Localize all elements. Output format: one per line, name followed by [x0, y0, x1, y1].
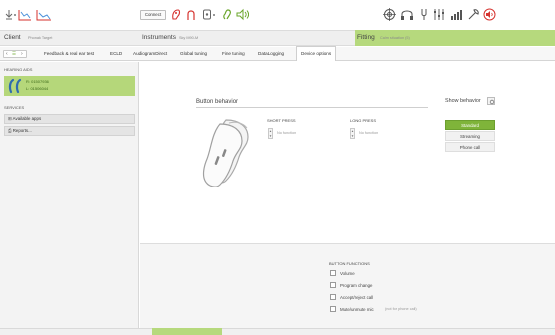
tab-audiogramdirect[interactable]: AudiogramDirect [133, 47, 167, 61]
hearing-aid-settings-icon[interactable] [202, 8, 212, 21]
hearing-aid-tile[interactable]: R: 01507936 L: 01506044 [4, 76, 135, 96]
short-press-value: No function [277, 131, 297, 135]
available-apps-item[interactable]: ⊞ Available apps [4, 114, 135, 124]
short-press-title: SHORT PRESS [267, 118, 296, 123]
button-behavior-title: Button behavior [196, 99, 239, 105]
target-icon[interactable] [383, 8, 396, 21]
show-behavior-streaming[interactable]: Streaming [445, 131, 495, 141]
mute-unmute-note: (not for phone call) [385, 307, 417, 311]
volume-label: Volume [340, 271, 355, 276]
button-functions-title: BUTTON FUNCTIONS [329, 261, 370, 266]
program-change-checkbox[interactable] [330, 282, 336, 288]
tab-datalogging[interactable]: DataLogging [258, 47, 284, 61]
long-press-value: No function [359, 131, 379, 135]
services-title: SERVICES [4, 105, 25, 110]
reports-label: Reports... [12, 128, 32, 133]
dropdown-dot-icon [212, 13, 216, 17]
tab-fine-tuning[interactable]: Fine tuning [222, 47, 245, 61]
speaker-green-icon[interactable] [236, 8, 249, 21]
show-behavior-phone-call[interactable]: Phone call [445, 142, 495, 152]
tab-bar: ‹ ☰ › Feedback & real ear test ECLD Audi… [0, 46, 555, 61]
bottom-tab-strip [0, 328, 555, 335]
tuning-fork-icon[interactable] [420, 8, 428, 21]
headset-icon[interactable] [400, 8, 414, 21]
instruments-title: Instruments [142, 34, 176, 41]
feedback-red-icon[interactable] [185, 8, 197, 21]
show-behavior-label: Show behavior [445, 98, 481, 104]
show-behavior-standard[interactable]: Standard [445, 120, 495, 130]
fitting-subtitle: Calm situation (5) [380, 36, 410, 40]
left-panel [0, 62, 139, 335]
reports-item[interactable]: ⎙ Reports... [4, 126, 135, 136]
tab-nav-control[interactable]: ‹ ☰ › [3, 50, 27, 58]
tab-nav-back[interactable]: ‹ [6, 51, 8, 57]
divider [196, 107, 428, 108]
hearing-aid-illustration [196, 117, 256, 188]
instruments-name: Sky M90-M [179, 36, 199, 40]
accept-reject-call-label: Accept/reject call [340, 295, 374, 300]
tab-feedback[interactable]: Feedback & real ear test [44, 47, 94, 61]
accept-reject-call-checkbox[interactable] [330, 294, 336, 300]
bottom-active-tab[interactable] [152, 328, 222, 335]
speaker-red-icon[interactable] [483, 8, 496, 21]
program-change-label: Program change [340, 283, 373, 288]
gain-icon[interactable] [450, 8, 464, 21]
hearing-aids-pair-icon [8, 78, 22, 94]
tab-device-options[interactable]: Device options [296, 46, 337, 61]
hearing-aid-left-serial: L: 01506044 [26, 86, 49, 91]
long-press-stepper[interactable]: ▲ ▼ [350, 128, 355, 139]
tab-ecld[interactable]: ECLD [110, 47, 122, 61]
connect-button[interactable]: Connect [140, 10, 166, 20]
top-toolbar: Connect [0, 0, 555, 30]
long-press-title: LONG PRESS [350, 118, 377, 123]
show-behavior-toggle[interactable] [487, 97, 495, 105]
ear-green-icon[interactable] [222, 8, 232, 21]
client-title: Client [4, 34, 21, 41]
mute-unmute-mic-checkbox[interactable] [330, 306, 336, 312]
available-apps-label: Available apps [12, 116, 42, 121]
hearing-aids-title: HEARING AIDS [4, 67, 33, 72]
hearing-aid-red-icon[interactable] [170, 8, 182, 21]
gear-icon [489, 99, 494, 104]
equalizer-icon[interactable] [433, 8, 445, 21]
fitting-title: Fitting [357, 34, 375, 41]
tab-nav-menu-icon[interactable]: ☰ [12, 51, 16, 57]
hearing-aid-right-serial: R: 01507936 [26, 79, 49, 84]
dropdown-dot-icon [13, 13, 17, 17]
tab-global-tuning[interactable]: Global tuning [180, 47, 207, 61]
short-press-stepper[interactable]: ▲ ▼ [268, 128, 273, 139]
client-name: Phonak Target [28, 36, 53, 40]
mute-unmute-mic-label: Mute/unmute mic [340, 307, 374, 312]
audiogram-icon[interactable] [18, 8, 32, 22]
volume-checkbox[interactable] [330, 270, 336, 276]
tab-nav-next[interactable]: › [21, 51, 23, 57]
audiogram-lines-icon[interactable] [36, 8, 52, 22]
tools-icon[interactable] [467, 8, 480, 21]
